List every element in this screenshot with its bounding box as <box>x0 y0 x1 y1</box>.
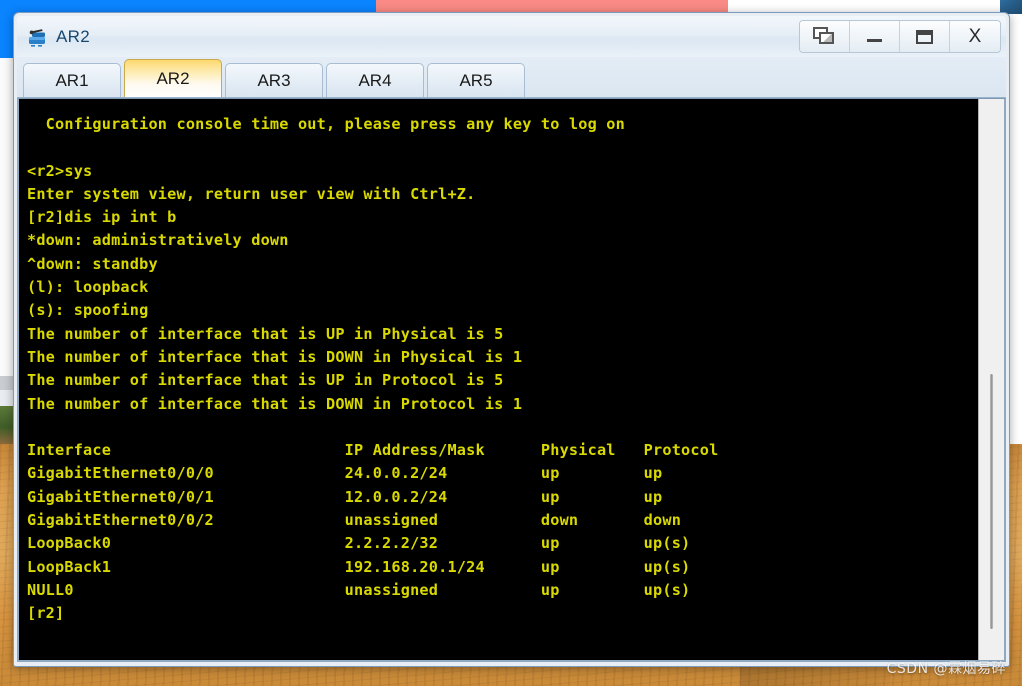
tab-ar2-label: AR2 <box>156 68 190 88</box>
console-line: Interface IP Address/Mask Physical Proto… <box>27 441 719 460</box>
console-line: [r2]dis ip int b <box>27 208 177 227</box>
console-line: GigabitEthernet0/0/2 unassigned down dow… <box>27 511 682 530</box>
close-icon: X <box>968 25 982 47</box>
maximize-button[interactable] <box>900 21 950 52</box>
console-line: NULL0 unassigned up up(s) <box>27 580 691 599</box>
tab-ar5[interactable]: AR5 <box>427 63 525 97</box>
title-bar-left: AR2 <box>27 26 90 48</box>
console-line: GigabitEthernet0/0/1 12.0.0.2/24 up up <box>27 487 663 506</box>
ar2-console-window: AR2 X AR1 AR2 AR3 AR4 AR5 Configuration … <box>13 12 1010 667</box>
console-line: LoopBack0 2.2.2.2/32 up up(s) <box>27 534 691 553</box>
console-line: ^down: standby <box>27 254 158 273</box>
console-line: The number of interface that is DOWN in … <box>27 394 523 413</box>
console-line: The number of interface that is UP in Ph… <box>27 324 504 343</box>
console-line: Configuration console time out, please p… <box>27 115 625 133</box>
console-line: (s): spoofing <box>27 301 149 320</box>
console-line: (l): loopback <box>27 278 149 297</box>
window-controls: X <box>799 20 1001 53</box>
maximize-icon <box>916 29 933 44</box>
title-bar[interactable]: AR2 X <box>17 16 1006 57</box>
console-output[interactable]: Configuration console time out, please p… <box>19 99 978 660</box>
tab-ar3-label: AR3 <box>257 70 291 90</box>
minimize-icon <box>867 39 882 42</box>
cascade-windows-icon <box>812 26 837 47</box>
close-button[interactable]: X <box>950 21 1000 52</box>
console-area: Configuration console time out, please p… <box>17 98 1006 662</box>
window-title: AR2 <box>56 26 90 46</box>
console-line: The number of interface that is UP in Pr… <box>27 371 504 390</box>
console-line: LoopBack1 192.168.20.1/24 up up(s) <box>27 557 691 576</box>
device-tab-strip: AR1 AR2 AR3 AR4 AR5 <box>17 57 1006 98</box>
router-icon <box>27 26 49 48</box>
tab-ar4[interactable]: AR4 <box>326 63 424 97</box>
console-scrollbar[interactable] <box>978 99 1004 660</box>
console-scrollbar-thumb[interactable] <box>990 373 993 629</box>
tab-ar1-label: AR1 <box>55 70 89 90</box>
cascade-windows-button[interactable] <box>800 21 850 52</box>
tab-ar3[interactable]: AR3 <box>225 63 323 97</box>
console-line: <r2>sys <box>27 161 93 180</box>
console-line: GigabitEthernet0/0/0 24.0.0.2/24 up up <box>27 464 663 483</box>
window-inner: AR2 X AR1 AR2 AR3 AR4 AR5 Configuration … <box>17 16 1006 662</box>
console-line: [r2] <box>27 604 65 623</box>
console-line: The number of interface that is DOWN in … <box>27 347 523 366</box>
tab-ar4-label: AR4 <box>358 70 392 90</box>
console-line: *down: administratively down <box>27 231 289 250</box>
tab-ar2[interactable]: AR2 <box>124 59 222 97</box>
tab-ar1[interactable]: AR1 <box>23 63 121 97</box>
console-line: Enter system view, return user view with… <box>27 184 476 203</box>
minimize-button[interactable] <box>850 21 900 52</box>
tab-ar5-label: AR5 <box>459 70 493 90</box>
